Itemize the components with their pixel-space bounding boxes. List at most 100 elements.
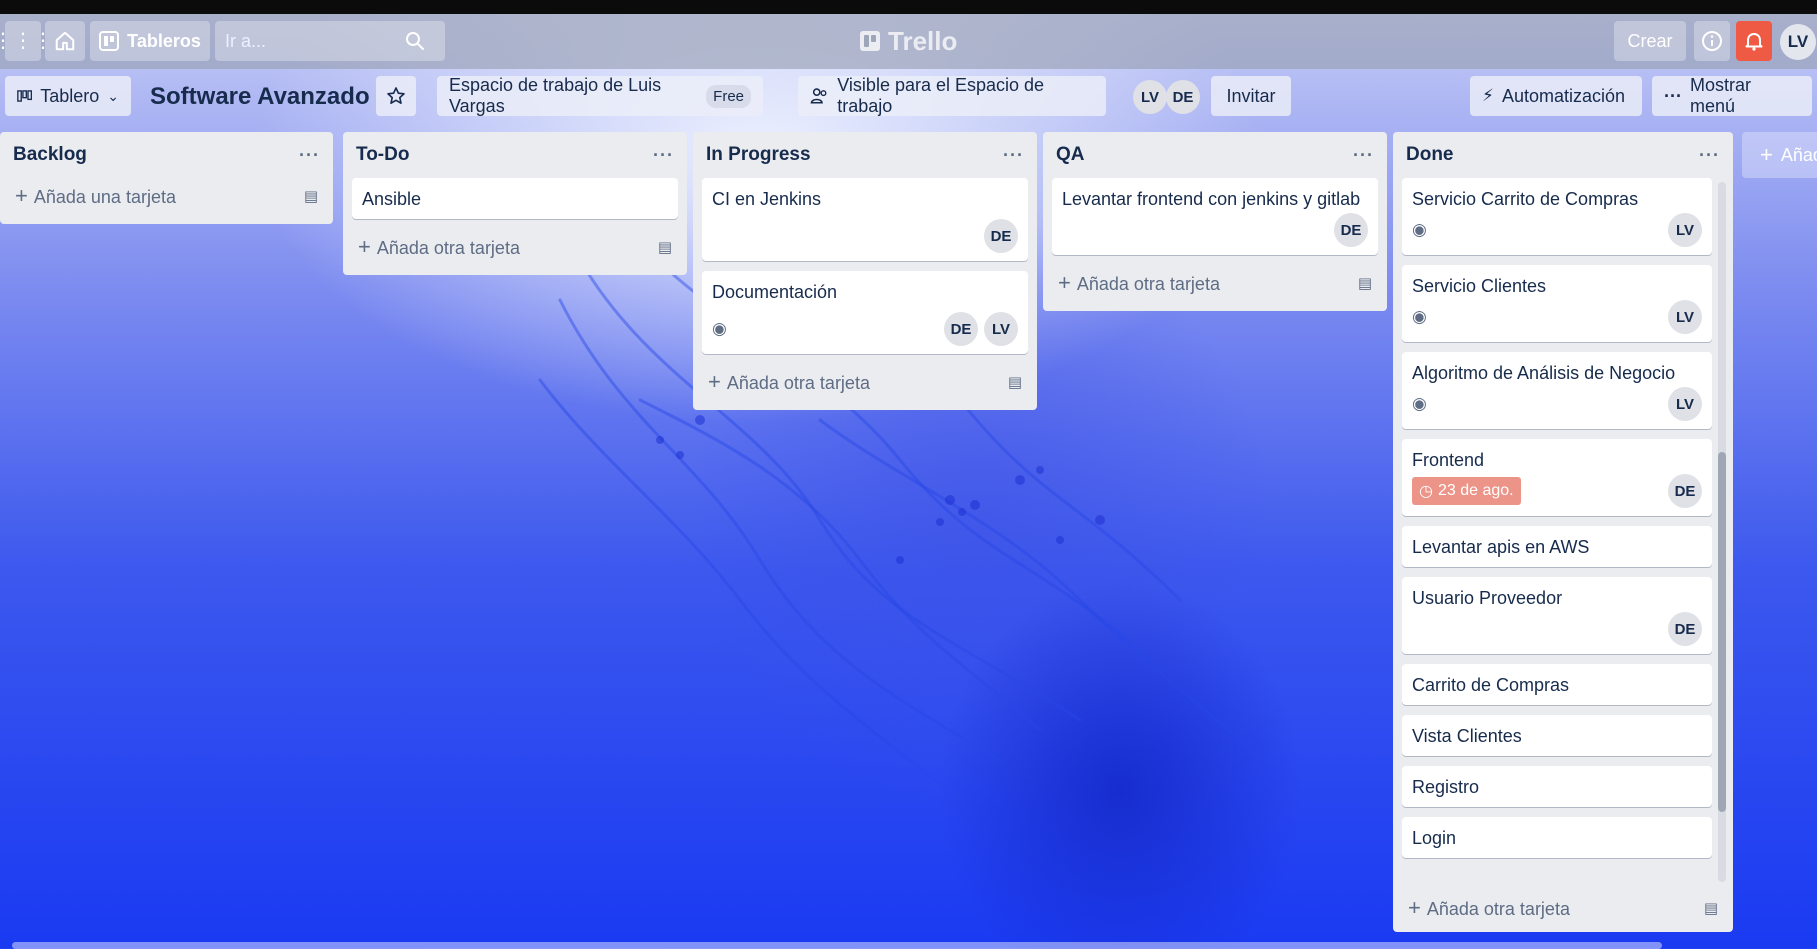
list-header: Done ··· (1402, 132, 1724, 178)
card-badges: DE (712, 219, 1018, 253)
add-card-button[interactable]: + Añada otra tarjeta ▤ (352, 229, 678, 265)
card-members: LV (1668, 387, 1702, 421)
card[interactable]: Ansible (352, 178, 678, 219)
member-avatar[interactable]: LV (1668, 300, 1702, 334)
boards-button[interactable]: Tableros (90, 21, 210, 61)
template-icon[interactable]: ▤ (658, 238, 672, 256)
template-icon[interactable]: ▤ (304, 187, 318, 205)
list-menu-icon[interactable]: ··· (299, 145, 320, 166)
card[interactable]: Vista Clientes (1402, 715, 1712, 756)
board-member-avatar[interactable]: DE (1166, 80, 1200, 114)
list-menu-icon[interactable]: ··· (1353, 145, 1374, 166)
card[interactable]: Documentación ◉ DE LV (702, 271, 1028, 354)
card-title: Documentación (712, 282, 838, 302)
info-button[interactable] (1694, 21, 1730, 61)
member-avatar[interactable]: DE (1668, 474, 1702, 508)
list-title[interactable]: Backlog (13, 144, 87, 166)
board-title[interactable]: Software Avanzado (150, 80, 370, 114)
card-members: LV (1668, 300, 1702, 334)
member-avatar[interactable]: DE (1668, 612, 1702, 646)
trello-logo-icon (860, 31, 880, 51)
board-member-avatar[interactable]: LV (1133, 80, 1167, 114)
notifications-button[interactable] (1736, 21, 1772, 61)
workspace-button[interactable]: Espacio de trabajo de Luis Vargas Free (437, 75, 763, 116)
member-avatar[interactable]: DE (944, 312, 978, 346)
card-badges: DE (1062, 213, 1368, 247)
search-icon (406, 32, 424, 50)
member-avatar[interactable]: DE (1334, 213, 1368, 247)
list-menu-icon[interactable]: ··· (653, 145, 674, 166)
invite-label: Invitar (1226, 85, 1276, 106)
due-date-badge[interactable]: ◷ 23 de ago. (1412, 477, 1521, 505)
list-menu-icon[interactable]: ··· (1003, 145, 1024, 166)
card[interactable]: Frontend ◷ 23 de ago. DE (1402, 439, 1712, 516)
list-scrollbar-thumb[interactable] (1718, 452, 1726, 812)
card[interactable]: Login (1402, 817, 1712, 858)
app-header: ⋮⋮⋮ Tableros Trello Crear (0, 14, 1817, 69)
card[interactable]: Servicio Clientes ◉ LV (1402, 265, 1712, 342)
card-title: Login (1412, 828, 1457, 848)
card-title: Ansible (362, 189, 422, 209)
visibility-button[interactable]: Visible para el Espacio de trabajo (798, 75, 1106, 116)
add-card-button[interactable]: + Añada otra tarjeta ▤ (1052, 265, 1378, 301)
star-icon (387, 87, 405, 104)
list-todo: To-Do ··· Ansible + Añada otra tarjeta ▤ (343, 132, 687, 275)
card-members: DE (1668, 474, 1702, 508)
card-title: Algoritmo de Análisis de Negocio (1412, 363, 1676, 383)
list-title[interactable]: Done (1406, 144, 1454, 166)
list-title[interactable]: In Progress (706, 144, 811, 166)
add-card-button[interactable]: + Añada otra tarjeta ▤ (1402, 890, 1724, 926)
list-menu-icon[interactable]: ··· (1699, 145, 1720, 166)
show-menu-label: Mostrar menú (1689, 75, 1751, 116)
show-menu-button[interactable]: ··· Mostrar menú (1652, 75, 1812, 116)
clock-icon: ◷ (1419, 483, 1433, 500)
board-horizontal-scrollbar[interactable] (12, 942, 1662, 949)
star-button[interactable] (376, 76, 416, 116)
add-card-button[interactable]: + Añada una tarjeta ▤ (9, 178, 324, 214)
trello-logo[interactable]: Trello (860, 26, 957, 56)
member-avatar[interactable]: LV (1668, 213, 1702, 247)
apps-switcher-button[interactable]: ⋮⋮⋮ (0, 21, 53, 61)
card-badges: ◉ LV (1412, 300, 1702, 334)
list-scrollbar[interactable] (1718, 182, 1726, 882)
member-avatar[interactable]: LV (1668, 387, 1702, 421)
board-view-switcher[interactable]: Tablero ⌄ (5, 76, 131, 116)
create-button[interactable]: Crear (1614, 21, 1686, 61)
list-in-progress: In Progress ··· CI en Jenkins DE Documen… (693, 132, 1037, 410)
list-title[interactable]: QA (1056, 144, 1085, 166)
home-button[interactable] (45, 21, 85, 61)
add-card-label: Añada una tarjeta (33, 187, 176, 207)
card[interactable]: Servicio Carrito de Compras ◉ LV (1402, 178, 1712, 255)
card-list: Servicio Carrito de Compras ◉ LV Servici… (1402, 178, 1712, 858)
card-badges: ◷ 23 de ago. DE (1412, 474, 1702, 508)
list-header: QA ··· (1052, 132, 1378, 178)
list-title[interactable]: To-Do (356, 144, 409, 166)
card[interactable]: CI en Jenkins DE (702, 178, 1028, 261)
os-top-strip (0, 0, 1817, 14)
template-icon[interactable]: ▤ (1358, 274, 1372, 292)
plus-icon: + (1760, 142, 1773, 167)
invite-button[interactable]: Invitar (1211, 76, 1291, 116)
template-icon[interactable]: ▤ (1008, 373, 1022, 391)
user-avatar[interactable]: LV (1780, 24, 1816, 60)
automation-button[interactable]: ⚡ Automatización (1470, 76, 1642, 116)
lightning-icon: ⚡ (1482, 86, 1494, 105)
card[interactable]: Algoritmo de Análisis de Negocio ◉ LV (1402, 352, 1712, 429)
card[interactable]: Usuario Proveedor DE (1402, 577, 1712, 654)
card-title: Registro (1412, 777, 1480, 797)
card[interactable]: Levantar frontend con jenkins y gitlab D… (1052, 178, 1378, 255)
info-icon (1702, 31, 1722, 51)
template-icon[interactable]: ▤ (1704, 899, 1718, 917)
card-title: Servicio Carrito de Compras (1412, 189, 1639, 209)
member-avatar[interactable]: LV (984, 312, 1018, 346)
search-box[interactable] (215, 21, 445, 61)
member-avatar[interactable]: DE (984, 219, 1018, 253)
card[interactable]: Carrito de Compras (1402, 664, 1712, 705)
card[interactable]: Levantar apis en AWS (1402, 526, 1712, 567)
card[interactable]: Registro (1402, 766, 1712, 807)
add-list-button[interactable]: + Añada otra lista (1742, 132, 1817, 178)
eye-icon: ◉ (1412, 220, 1427, 239)
card-title: Usuario Proveedor (1412, 588, 1563, 608)
search-input[interactable] (225, 30, 405, 52)
add-card-button[interactable]: + Añada otra tarjeta ▤ (702, 364, 1028, 400)
